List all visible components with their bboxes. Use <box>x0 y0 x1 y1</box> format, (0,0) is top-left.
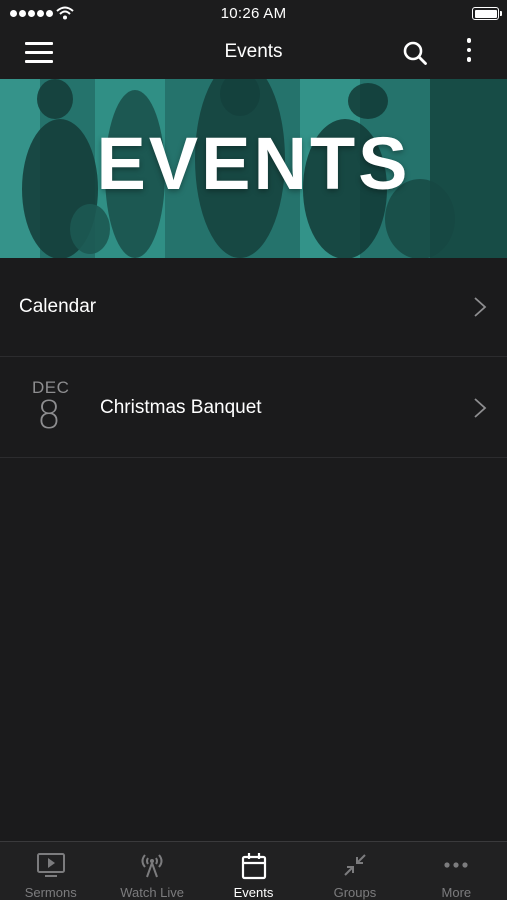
play-screen-icon <box>36 853 65 877</box>
event-row[interactable]: DEC 8 Christmas Banquet <box>0 357 507 458</box>
battery-icon <box>472 7 502 20</box>
status-time: 10:26 AM <box>220 5 287 22</box>
page-title: Events <box>224 41 283 62</box>
tab-events[interactable]: Events <box>203 842 304 900</box>
more-options-icon[interactable] <box>459 38 479 68</box>
status-bar: 10:26 AM <box>0 0 507 28</box>
hero-title: EVENTS <box>96 122 411 205</box>
tab-groups[interactable]: Groups <box>304 842 405 900</box>
tab-label: Sermons <box>24 885 77 900</box>
events-hero-banner: EVENTS <box>0 79 507 258</box>
chevron-right-icon <box>474 398 487 418</box>
tab-more[interactable]: More <box>406 842 507 900</box>
arrows-inward-icon <box>344 854 366 876</box>
broadcast-antenna-icon <box>141 854 163 878</box>
chevron-right-icon <box>474 297 487 317</box>
bottom-tab-bar: Sermons Watch Live Events Groups More <box>0 841 507 900</box>
calendar-icon <box>241 853 266 880</box>
tab-label: More <box>441 885 472 900</box>
search-icon[interactable] <box>402 40 428 66</box>
tab-sermons[interactable]: Sermons <box>0 842 101 900</box>
tab-label: Watch Live <box>120 885 185 900</box>
ellipsis-icon <box>444 862 468 868</box>
tab-label: Events <box>233 885 274 900</box>
event-date-day: 8 <box>36 393 62 437</box>
event-title: Christmas Banquet <box>100 397 262 418</box>
tab-label: Groups <box>333 885 377 900</box>
calendar-label: Calendar <box>19 296 97 317</box>
calendar-row[interactable]: Calendar <box>0 258 507 357</box>
tab-watch-live[interactable]: Watch Live <box>101 842 202 900</box>
navigation-bar: Events <box>0 28 507 79</box>
